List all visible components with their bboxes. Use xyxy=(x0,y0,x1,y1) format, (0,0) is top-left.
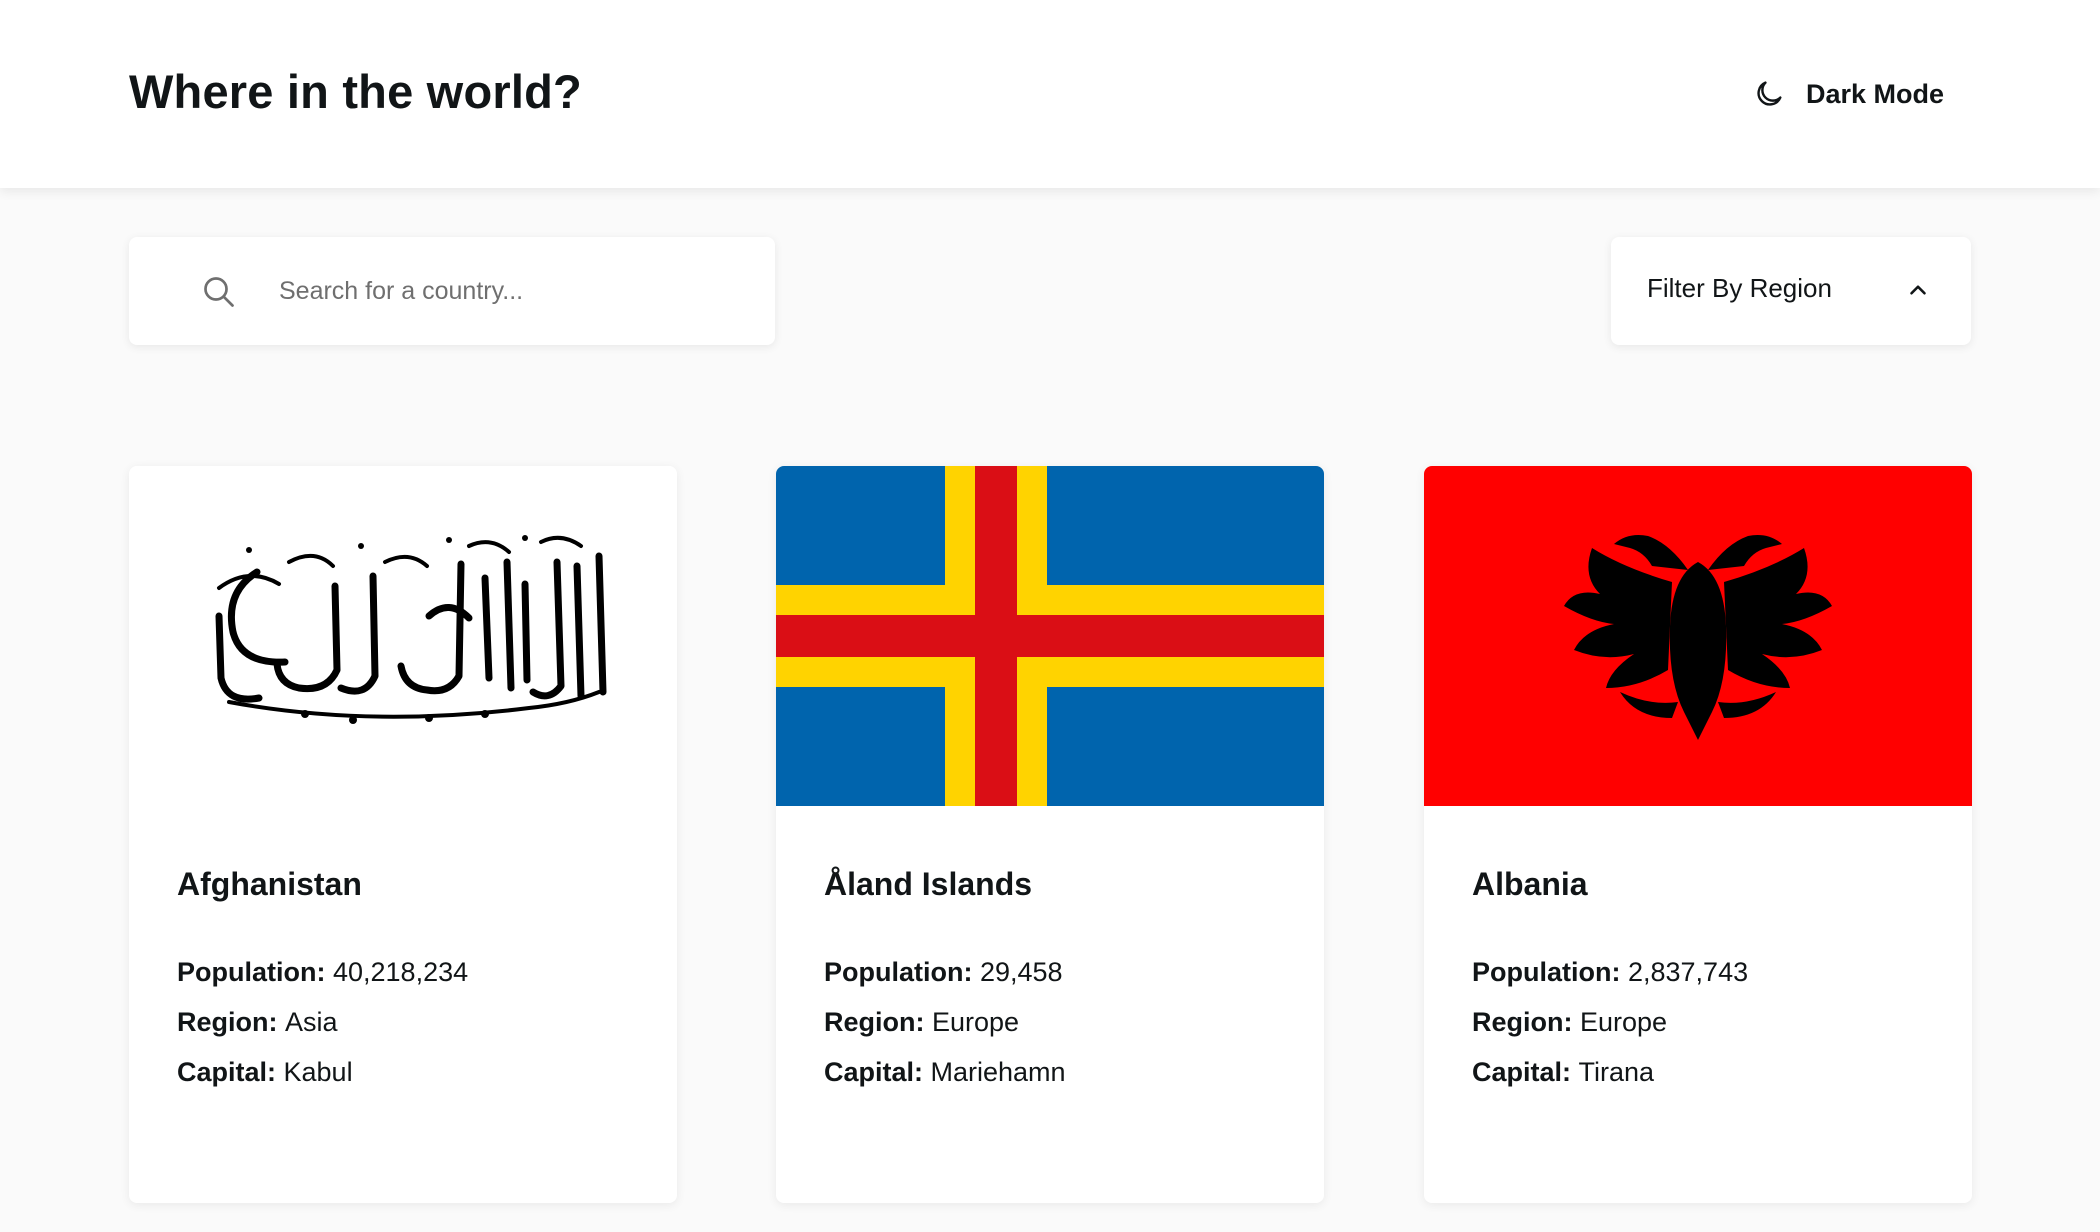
population-value: 2,837,743 xyxy=(1627,957,1749,987)
population-field: Population: 29,458 xyxy=(824,957,1063,988)
capital-label: Capital: xyxy=(1472,1057,1579,1087)
region-value: Europe xyxy=(1580,1007,1668,1037)
dark-mode-toggle[interactable]: Dark Mode xyxy=(1752,74,1944,114)
country-name: Åland Islands xyxy=(824,866,1033,902)
aland-islands-flag xyxy=(776,466,1324,806)
capital-field: Capital: Tirana xyxy=(1472,1057,1654,1088)
search-input[interactable] xyxy=(279,267,749,315)
capital-value: Mariehamn xyxy=(930,1057,1066,1087)
chevron-up-icon xyxy=(1910,285,1926,295)
region-filter-dropdown[interactable]: Filter By Region xyxy=(1611,237,1971,345)
population-label: Population: xyxy=(1472,957,1628,987)
population-field: Population: 40,218,234 xyxy=(177,957,468,988)
moon-icon xyxy=(1757,81,1782,106)
capital-label: Capital: xyxy=(824,1057,931,1087)
app-header: Where in the world? Dark Mode xyxy=(0,0,2100,188)
population-value: 29,458 xyxy=(979,957,1063,987)
search-box[interactable] xyxy=(129,237,775,345)
region-field: Region: Asia xyxy=(177,1007,338,1038)
country-card-aland-islands[interactable]: Åland Islands Population: 29,458 Region:… xyxy=(776,466,1324,1203)
region-label: Region: xyxy=(824,1007,932,1037)
region-label: Region: xyxy=(1472,1007,1580,1037)
region-field: Region: Europe xyxy=(1472,1007,1667,1038)
population-label: Population: xyxy=(177,957,333,987)
country-card-albania[interactable]: Albania Population: 2,837,743 Region: Eu… xyxy=(1424,466,1972,1203)
search-icon xyxy=(204,277,234,307)
population-label: Population: xyxy=(824,957,980,987)
capital-value: Kabul xyxy=(283,1057,353,1087)
region-value: Europe xyxy=(932,1007,1020,1037)
region-label: Region: xyxy=(177,1007,285,1037)
region-value: Asia xyxy=(285,1007,338,1037)
country-card-afghanistan[interactable]: Afghanistan Population: 40,218,234 Regio… xyxy=(129,466,677,1203)
country-name: Albania xyxy=(1472,866,1588,902)
afghanistan-flag xyxy=(129,466,677,806)
app-title: Where in the world? xyxy=(129,65,582,118)
capital-field: Capital: Kabul xyxy=(177,1057,353,1088)
region-field: Region: Europe xyxy=(824,1007,1019,1038)
population-value: 40,218,234 xyxy=(332,957,469,987)
albania-flag xyxy=(1424,466,1972,806)
dark-mode-label: Dark Mode xyxy=(1806,78,1945,109)
capital-value: Tirana xyxy=(1578,1057,1655,1087)
population-field: Population: 2,837,743 xyxy=(1472,957,1748,988)
region-filter-label: Filter By Region xyxy=(1647,273,1832,303)
capital-label: Capital: xyxy=(177,1057,284,1087)
capital-field: Capital: Mariehamn xyxy=(824,1057,1066,1088)
country-name: Afghanistan xyxy=(177,866,362,902)
